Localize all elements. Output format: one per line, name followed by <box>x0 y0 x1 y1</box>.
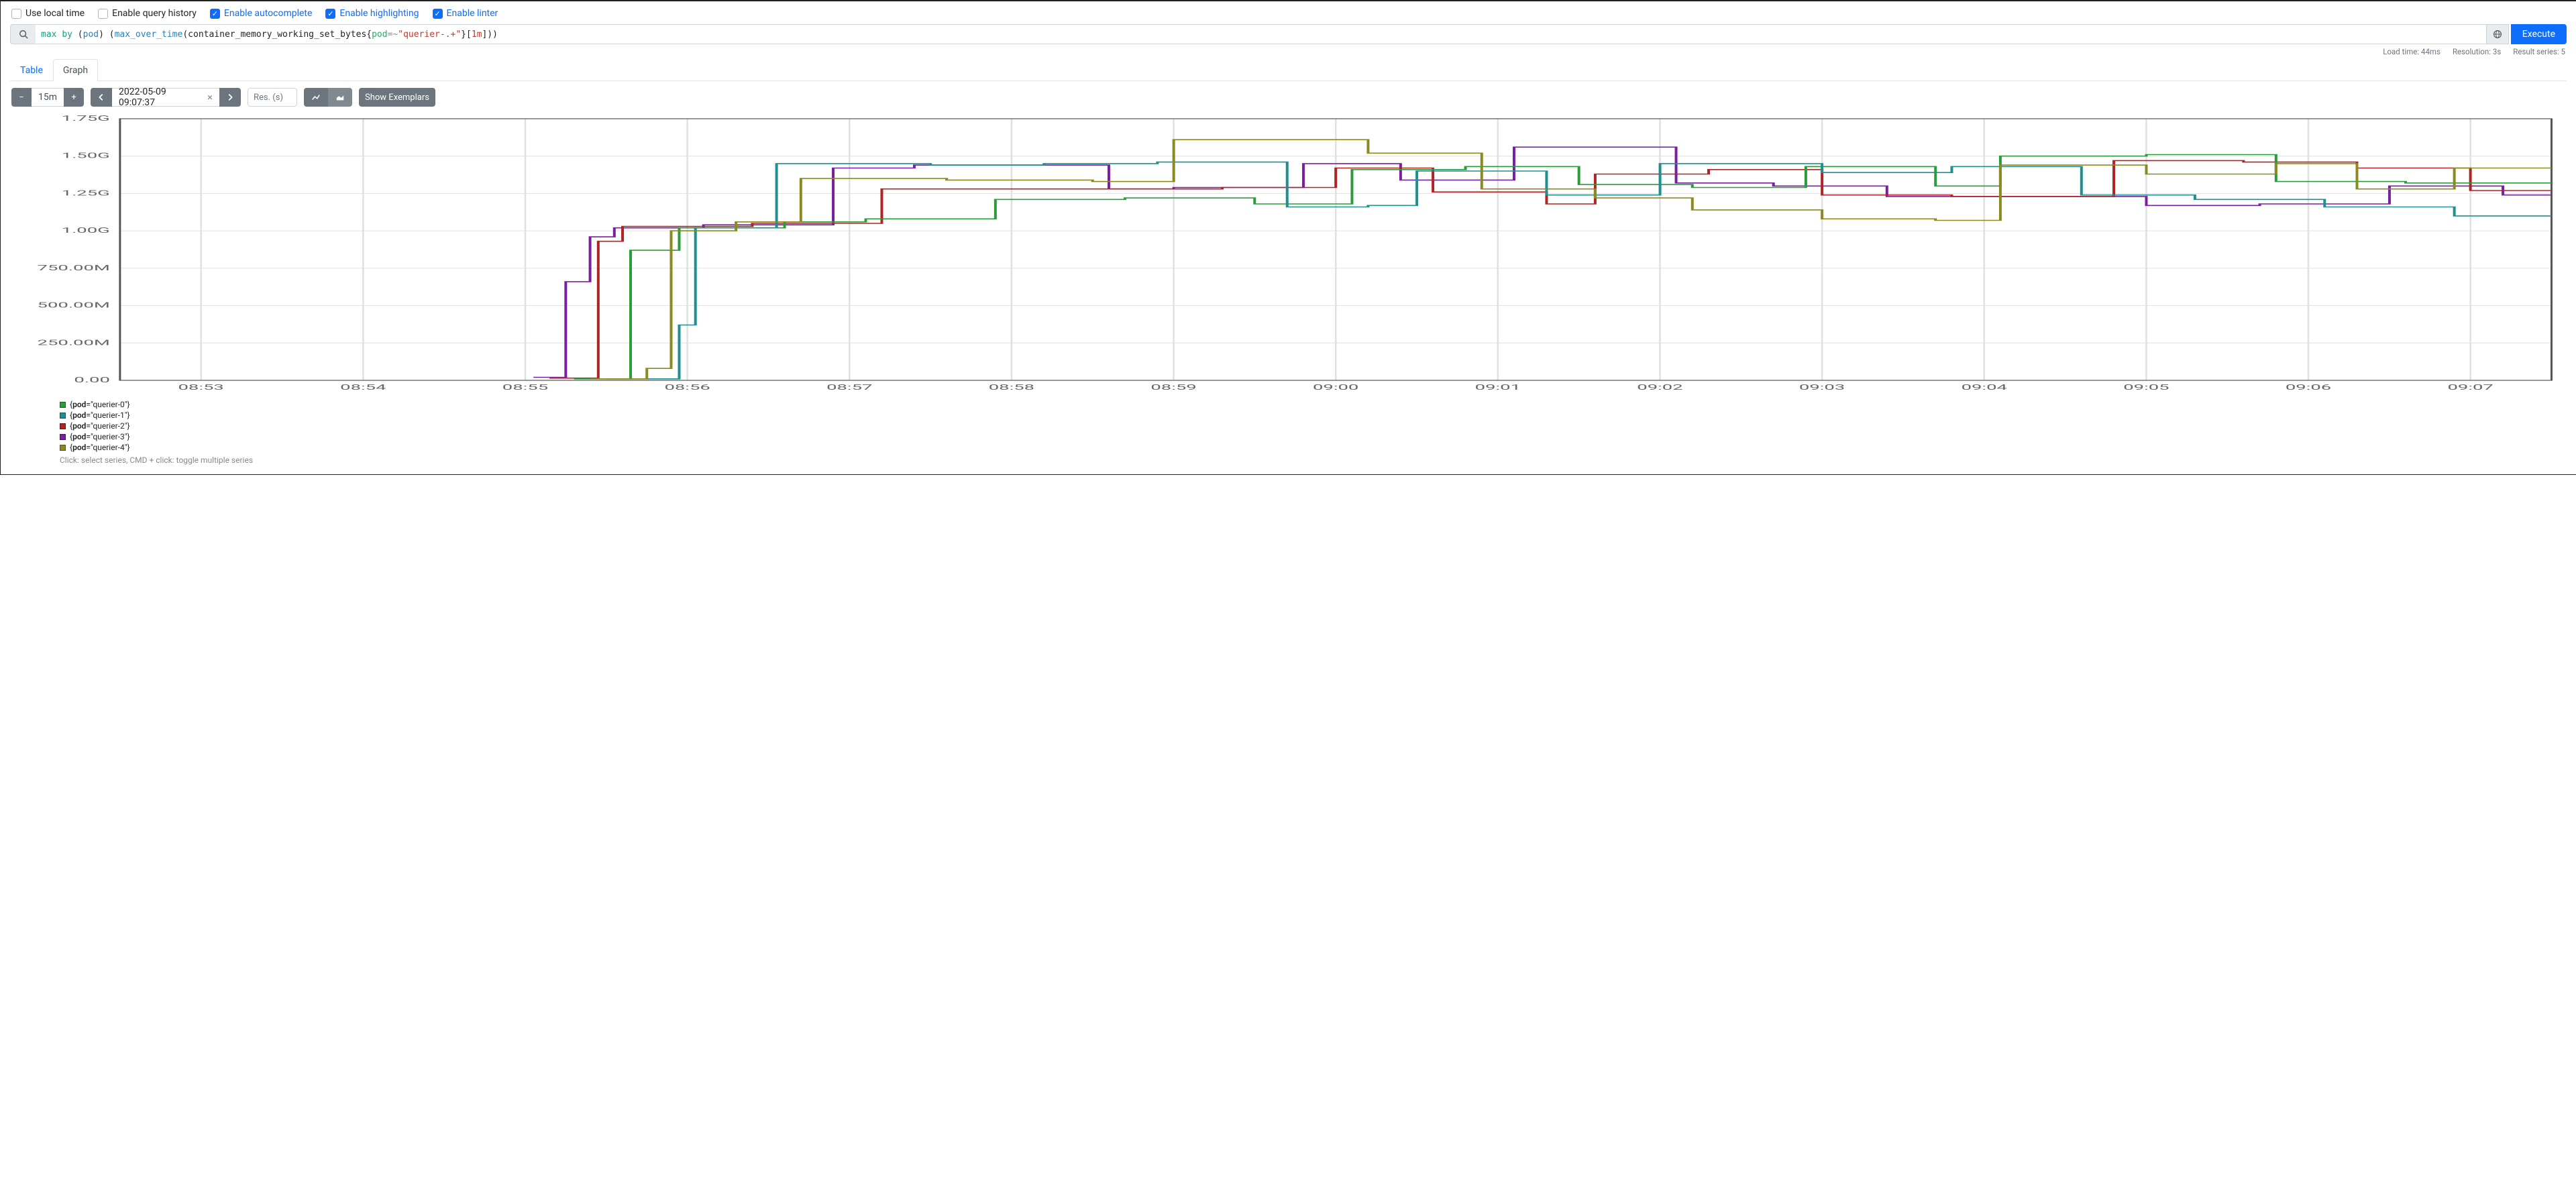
legend-label: {pod="querier-0"} <box>70 400 130 409</box>
svg-text:750.00M: 750.00M <box>38 264 110 272</box>
svg-text:09:06: 09:06 <box>2286 384 2331 392</box>
range-decrease-button[interactable]: − <box>11 88 32 107</box>
legend-swatch <box>60 445 66 451</box>
svg-text:08:53: 08:53 <box>178 384 224 392</box>
legend-hint: Click: select series, CMD + click: toggl… <box>60 455 2560 465</box>
end-time-clear-icon[interactable]: × <box>207 91 213 103</box>
legend-label: {pod="querier-1"} <box>70 411 130 420</box>
end-time-prev-button[interactable] <box>91 88 112 107</box>
graph-toolbar: − 15m + 2022-05-09 09:07:37 × Res. (s) <box>10 81 2567 113</box>
checkbox-local-time[interactable] <box>11 9 21 19</box>
checkbox-query-history[interactable] <box>98 9 108 19</box>
opt-autocomplete[interactable]: Enable autocomplete <box>210 8 313 19</box>
execute-button[interactable]: Execute <box>2511 24 2567 44</box>
legend-swatch <box>60 413 66 419</box>
svg-text:08:59: 08:59 <box>1150 384 1196 392</box>
query-options-bar: Use local time Enable query history Enab… <box>2 3 2575 24</box>
svg-text:08:54: 08:54 <box>340 384 386 392</box>
query-row: max by (pod) (max_over_time(container_me… <box>2 24 2575 44</box>
opt-local-time-label: Use local time <box>25 8 85 19</box>
svg-text:09:02: 09:02 <box>1637 384 1682 392</box>
stat-result-series: Result series: 5 <box>2513 47 2565 56</box>
tab-table[interactable]: Table <box>10 59 53 81</box>
end-time-control: 2022-05-09 09:07:37 × <box>91 88 241 107</box>
series-querier-0[interactable] <box>574 155 2552 379</box>
svg-text:09:00: 09:00 <box>1313 384 1358 392</box>
svg-text:08:57: 08:57 <box>826 384 872 392</box>
show-exemplars-button[interactable]: Show Exemplars <box>359 88 435 107</box>
resolution-placeholder: Res. (s) <box>254 93 283 103</box>
opt-linter-label: Enable linter <box>447 8 498 19</box>
svg-text:1.75G: 1.75G <box>62 115 110 123</box>
view-tabs: Table Graph <box>10 59 2567 81</box>
legend-swatch <box>60 402 66 408</box>
resolution-input[interactable]: Res. (s) <box>248 88 297 107</box>
opt-highlighting-label: Enable highlighting <box>339 8 419 19</box>
legend-item-querier-0[interactable]: {pod="querier-0"} <box>60 399 2560 410</box>
globe-icon[interactable] <box>2486 24 2509 44</box>
svg-text:09:05: 09:05 <box>2123 384 2169 392</box>
range-value[interactable]: 15m <box>32 88 64 107</box>
svg-text:09:03: 09:03 <box>1799 384 1845 392</box>
legend-swatch <box>60 434 66 440</box>
svg-text:08:58: 08:58 <box>989 384 1034 392</box>
query-stats: Load time: 44ms Resolution: 3s Result se… <box>2 44 2575 59</box>
range-increase-button[interactable]: + <box>64 88 84 107</box>
search-icon <box>10 24 36 44</box>
stat-resolution: Resolution: 3s <box>2453 47 2501 56</box>
checkbox-autocomplete[interactable] <box>210 9 220 19</box>
svg-text:09:07: 09:07 <box>2448 384 2493 392</box>
opt-query-history[interactable]: Enable query history <box>98 8 197 19</box>
svg-text:08:56: 08:56 <box>664 384 710 392</box>
legend-item-querier-2[interactable]: {pod="querier-2"} <box>60 421 2560 431</box>
show-exemplars-label: Show Exemplars <box>365 93 429 103</box>
end-time-input[interactable]: 2022-05-09 09:07:37 × <box>112 88 219 107</box>
legend-label: {pod="querier-3"} <box>70 432 130 441</box>
tab-graph[interactable]: Graph <box>53 59 98 81</box>
svg-text:250.00M: 250.00M <box>38 339 110 347</box>
range-control: − 15m + <box>11 88 84 107</box>
svg-text:0.00: 0.00 <box>74 376 110 385</box>
stat-load-time: Load time: 44ms <box>2383 47 2440 56</box>
series-querier-1[interactable] <box>606 162 2552 379</box>
svg-text:1.50G: 1.50G <box>62 152 110 160</box>
svg-text:08:55: 08:55 <box>502 384 548 392</box>
opt-highlighting[interactable]: Enable highlighting <box>325 8 419 19</box>
checkbox-highlighting[interactable] <box>325 9 335 19</box>
opt-linter[interactable]: Enable linter <box>433 8 498 19</box>
chart-type-toggle <box>304 88 352 107</box>
svg-text:1.00G: 1.00G <box>62 227 110 235</box>
result-panel: Table Graph − 15m + 2022-05-09 09:07:37 … <box>10 59 2567 465</box>
legend-label: {pod="querier-4"} <box>70 443 130 452</box>
checkbox-linter[interactable] <box>433 9 443 19</box>
opt-local-time[interactable]: Use local time <box>11 8 85 19</box>
legend-item-querier-3[interactable]: {pod="querier-3"} <box>60 431 2560 442</box>
svg-text:09:04: 09:04 <box>1962 384 2008 392</box>
legend-item-querier-1[interactable]: {pod="querier-1"} <box>60 410 2560 421</box>
opt-query-history-label: Enable query history <box>112 8 197 19</box>
legend: {pod="querier-0"}{pod="querier-1"}{pod="… <box>13 396 2560 465</box>
end-time-next-button[interactable] <box>219 88 241 107</box>
svg-text:500.00M: 500.00M <box>38 301 110 310</box>
opt-autocomplete-label: Enable autocomplete <box>224 8 313 19</box>
svg-text:1.25G: 1.25G <box>62 189 110 198</box>
chart-type-line-button[interactable] <box>304 88 328 107</box>
legend-item-querier-4[interactable]: {pod="querier-4"} <box>60 442 2560 453</box>
legend-swatch <box>60 423 66 429</box>
end-time-value: 2022-05-09 09:07:37 <box>119 87 201 108</box>
svg-text:09:01: 09:01 <box>1475 384 1521 392</box>
legend-label: {pod="querier-2"} <box>70 421 130 431</box>
chart-area: 0.00 250.00M 500.00M 750.00M 1.00G 1.25G 1.50G… <box>10 113 2567 465</box>
timeseries-chart[interactable]: 0.00 250.00M 500.00M 750.00M 1.00G 1.25G 1.50G… <box>13 115 2560 396</box>
chart-type-stacked-button[interactable] <box>328 88 352 107</box>
execute-button-label: Execute <box>2522 29 2555 40</box>
expression-input[interactable]: max by (pod) (max_over_time(container_me… <box>36 24 2486 44</box>
